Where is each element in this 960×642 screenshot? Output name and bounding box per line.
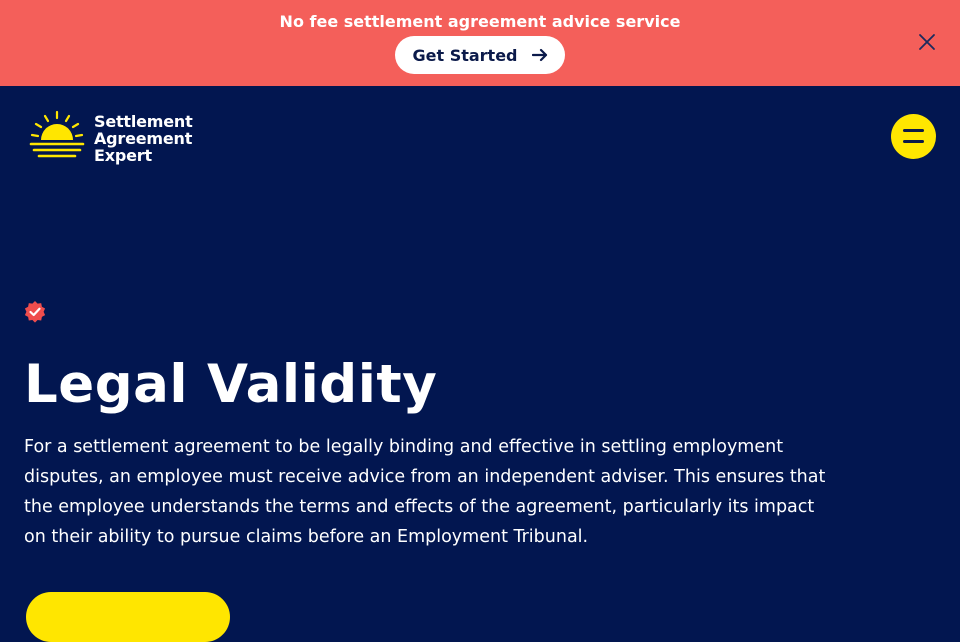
menu-bar: [903, 140, 924, 143]
banner-text: No fee settlement agreement advice servi…: [279, 12, 681, 31]
logo-line-2: Agreement: [94, 128, 193, 148]
promo-banner: No fee settlement agreement advice servi…: [0, 0, 960, 86]
arrow-right-icon: [531, 47, 548, 63]
get-started-label: Get Started: [412, 45, 518, 65]
site-logo[interactable]: Settlement Agreement Expert: [28, 110, 193, 166]
hamburger-menu-icon[interactable]: [891, 114, 936, 159]
body-paragraph: For a settlement agreement to be legally…: [24, 437, 826, 547]
close-icon[interactable]: [916, 31, 938, 53]
logo-text: Settlement Agreement Expert: [94, 113, 193, 164]
sunrise-logo-icon: [28, 110, 86, 166]
page-title: Legal Validity: [24, 354, 438, 415]
verified-check-icon: [23, 300, 47, 324]
get-started-button[interactable]: Get Started: [395, 36, 565, 74]
logo-line-3: Expert: [94, 145, 152, 165]
site-header: Settlement Agreement Expert: [0, 86, 960, 196]
logo-line-1: Settlement: [94, 111, 193, 131]
menu-bar: [903, 129, 924, 132]
